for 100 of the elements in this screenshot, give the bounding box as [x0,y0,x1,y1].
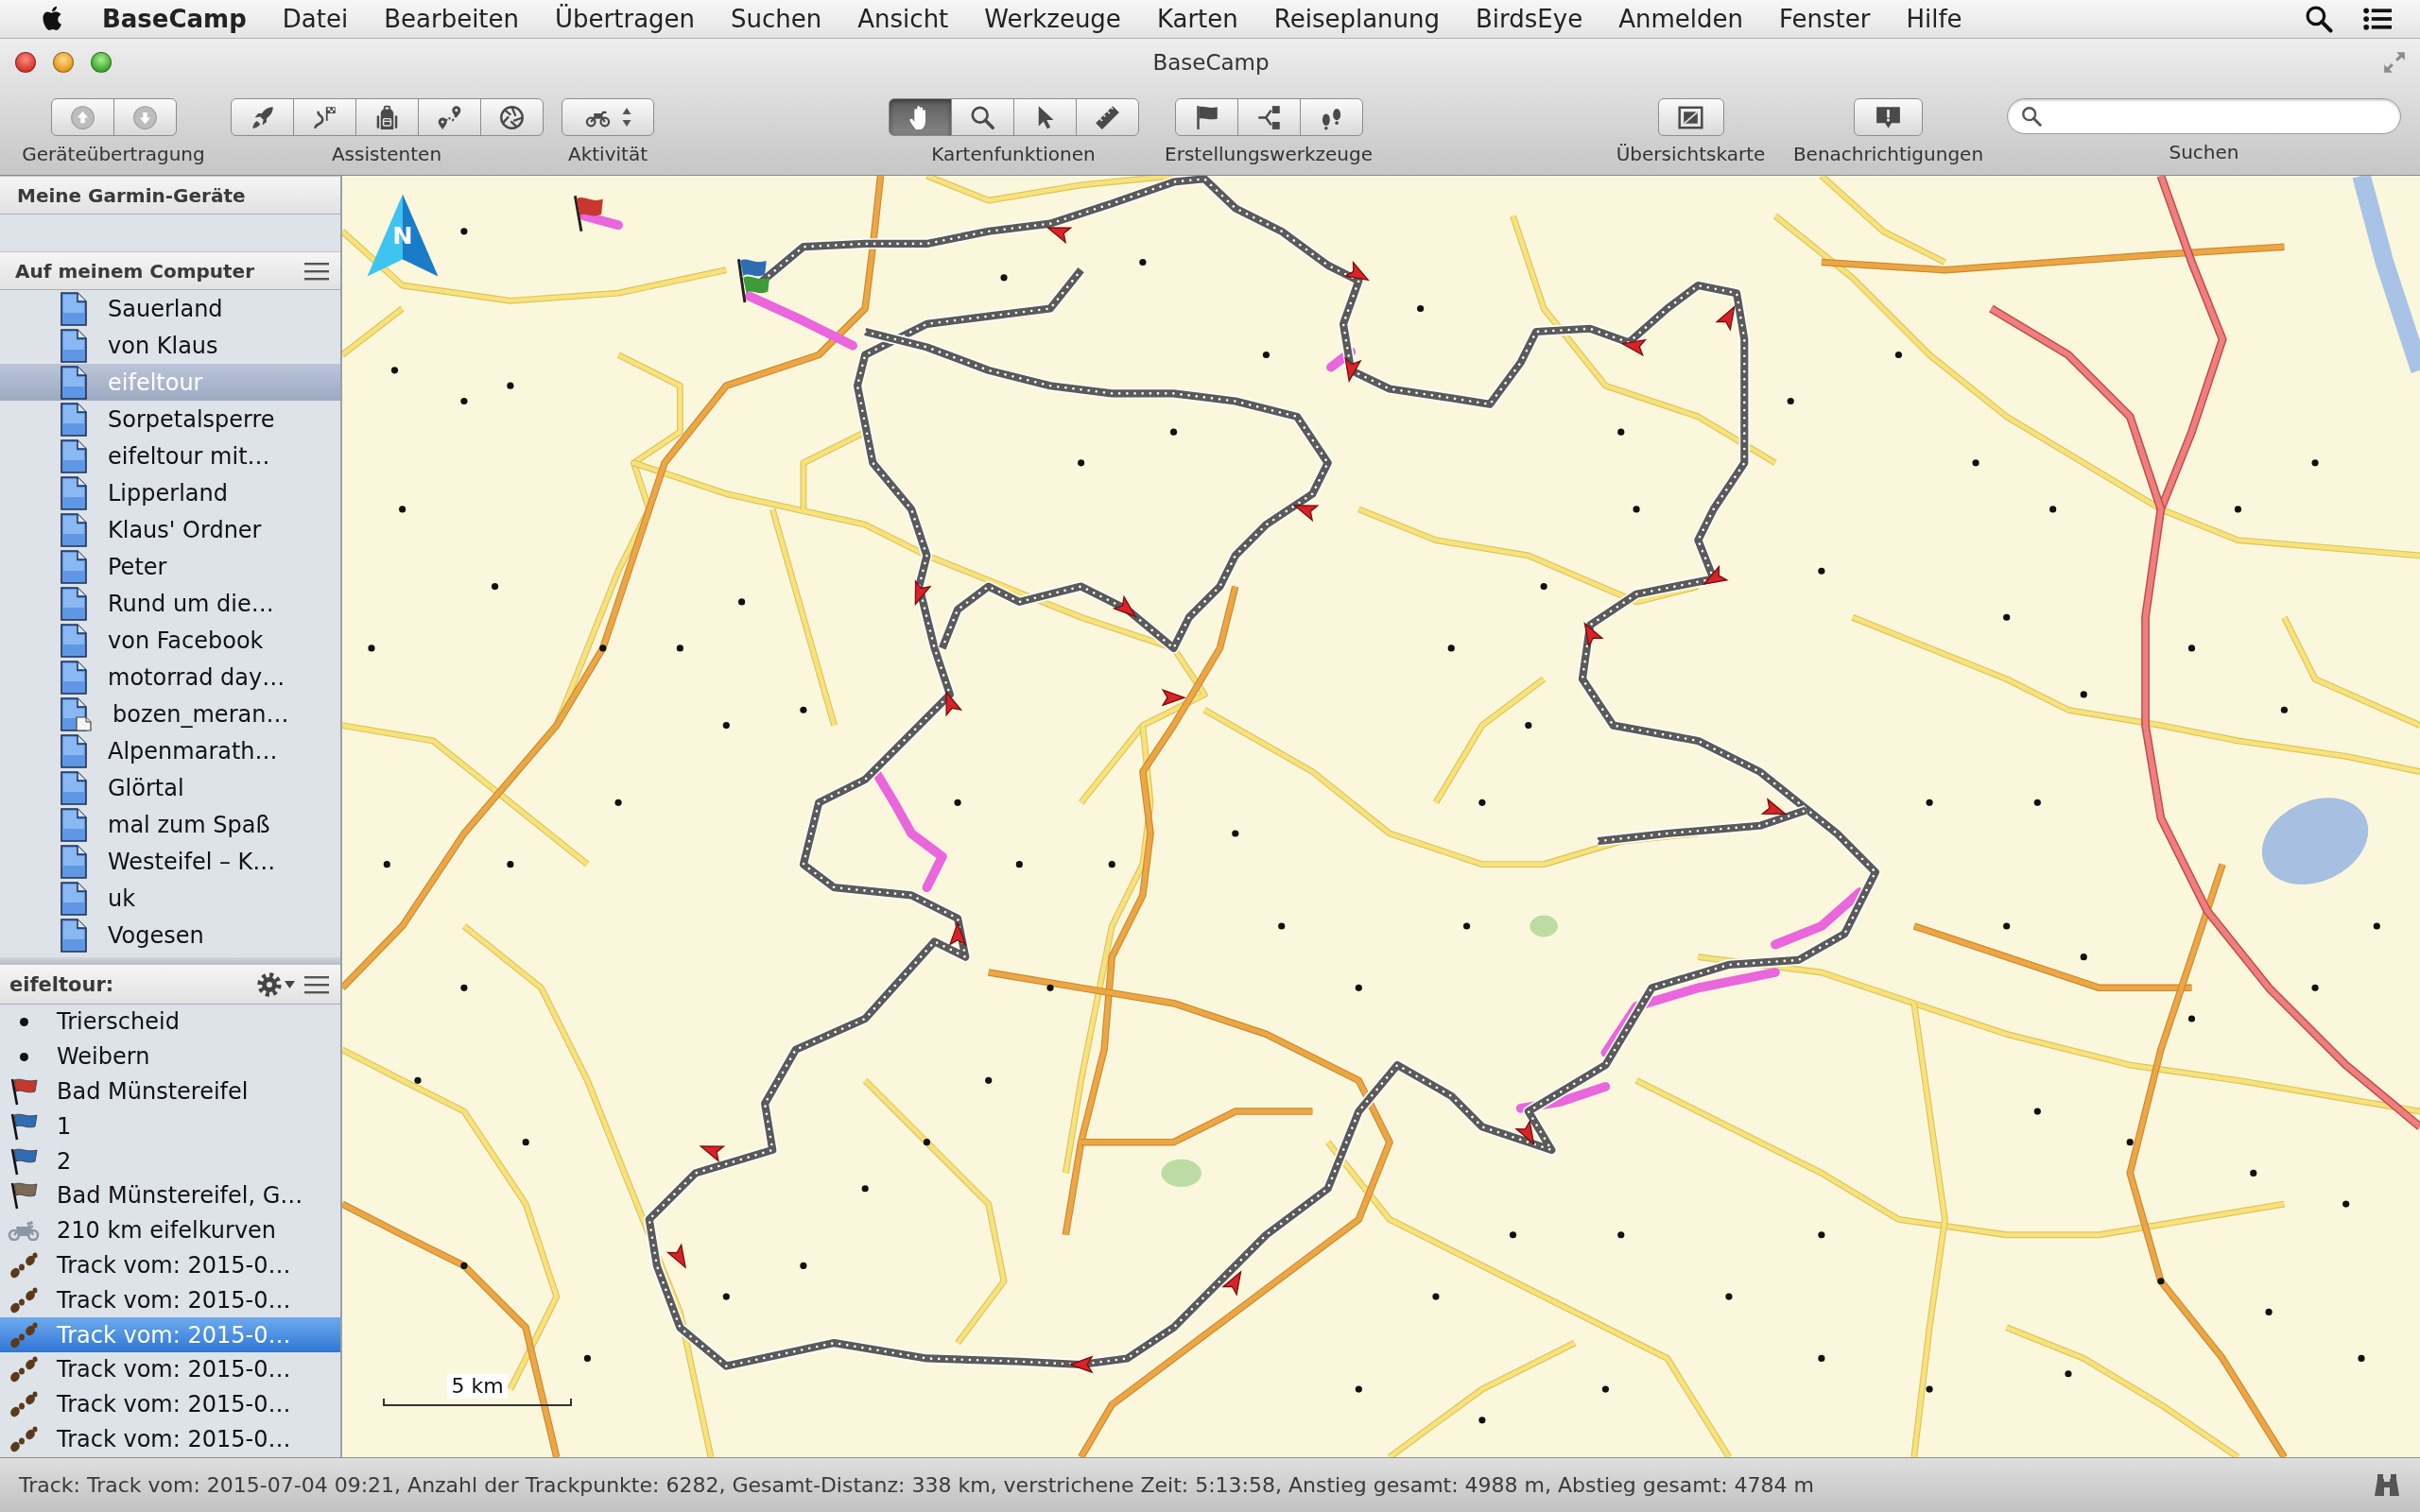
document-icon [60,291,87,326]
list-item[interactable]: Alpenmarath… [0,732,340,769]
aperture-button[interactable] [479,98,544,136]
section-title: Meine Garmin-Geräte [17,183,246,207]
footprints-icon [9,1356,38,1383]
footprints-icon [9,1286,38,1314]
menu-item[interactable]: Ansicht [857,5,949,33]
measure-button[interactable] [1075,98,1139,136]
document-icon [60,807,87,842]
gear-icon [257,971,282,997]
bullet-icon [19,1052,28,1061]
menu-item[interactable]: Datei [282,5,349,33]
branch-icon [1255,104,1282,130]
document-icon [60,844,87,879]
list-item[interactable]: bozen_meran… [0,696,340,732]
toolbar-label: Benachrichtigungen [1792,142,1984,166]
toolbar-label: Aktivität [568,142,648,166]
list-item[interactable]: Glörtal [0,769,340,806]
toolbar-label: Assistenten [331,142,442,166]
document-icon [60,660,87,695]
document-icon [60,365,87,400]
menu-icon[interactable] [304,261,329,281]
magnify-button[interactable] [950,98,1014,136]
footprints-icon [9,1425,38,1452]
list-item[interactable]: 2 [0,1143,340,1178]
zoom-button[interactable] [91,51,112,73]
list-item[interactable]: 210 km eifelkurven [0,1212,340,1248]
splitter-handle[interactable] [0,957,340,964]
menu-icon[interactable] [304,974,329,994]
backpack-button[interactable] [354,98,419,136]
menu-item[interactable]: Karten [1156,5,1238,33]
menu-item[interactable]: Anmelden [1618,5,1743,33]
list-item[interactable]: eifeltour mit… [0,438,340,474]
list-item[interactable]: von Klaus [0,327,340,364]
list-item[interactable]: Track vom: 2015-0… [0,1351,340,1387]
list-item[interactable]: Westeifel – K… [0,843,340,880]
overview-map-button[interactable] [1657,98,1724,136]
map-pins-path-icon [436,104,462,130]
list-item[interactable]: Track vom: 2015-0… [0,1282,340,1318]
binoculars-icon[interactable] [2373,1472,2401,1498]
toolbar-label: Suchen [2169,140,2239,164]
settings-menu-button[interactable] [257,971,295,997]
scale-label: 5 km [447,1374,508,1399]
list-item[interactable]: uk [0,880,340,917]
list-item[interactable]: Klaus' Ordner [0,511,340,548]
close-button[interactable] [15,51,36,73]
upload-button[interactable] [50,98,114,136]
list-icon[interactable] [2363,5,2392,33]
search-field[interactable] [2007,98,2401,134]
list-item[interactable]: Peter [0,548,340,585]
list-item[interactable]: Sorpetalsperre [0,401,340,438]
menu-item[interactable]: Werkzeuge [984,5,1121,33]
list-item[interactable]: motorrad day… [0,659,340,696]
list-item[interactable]: Rund um die… [0,585,340,622]
list-item[interactable]: Bad Münstereifel [0,1074,340,1109]
menu-item[interactable]: BirdsEye [1476,5,1583,33]
menu-item[interactable]: Übertragen [555,5,696,33]
pan-button[interactable] [888,98,952,136]
menu-item[interactable]: Reiseplanung [1273,5,1441,33]
menu-item[interactable]: Suchen [731,5,822,33]
document-icon [60,438,87,473]
list-item[interactable]: Trierscheid [0,1005,340,1040]
list-item[interactable]: Weibern [0,1039,340,1074]
document-page-icon [60,696,92,731]
notifications-button[interactable] [1854,98,1923,136]
search-icon[interactable] [2305,5,2333,33]
minimize-button[interactable] [53,51,74,73]
document-icon [60,402,87,437]
list-item[interactable]: 1 [0,1108,340,1144]
route-button[interactable] [292,98,356,136]
section-title: Auf meinem Computer [15,259,255,283]
list-item[interactable]: Track vom: 2015-0… [0,1386,340,1422]
rocket-button[interactable] [230,98,294,136]
list-item[interactable]: Track vom: 2015-0… [0,1247,340,1283]
list-item[interactable]: mal zum Spaß [0,806,340,843]
activity-button[interactable] [562,98,654,136]
menu-item[interactable]: Hilfe [1906,5,1962,33]
status-text: Track: Track vom: 2015-07-04 09:21, Anzahl der Trackpunkte: 6282, Gesamt-Distanz: 338 km, verstrichene Zeit: 5:13:58, Anstieg gesamt: 4988 m, Abstieg gesamt: 4784 m [19,1473,1815,1497]
list-item[interactable]: Track vom: 2015-0… [0,1421,340,1457]
toolbar-label: Geräteübertragung [22,142,205,166]
waypoint-tool-button[interactable] [1174,98,1238,136]
motorcycle-icon [8,1220,40,1242]
app-menu[interactable]: BaseCamp [102,5,247,33]
window-title: BaseCamp [1152,49,1270,75]
document-icon [60,512,87,547]
download-button[interactable] [112,98,177,136]
toolbar-label: Übersichtskarte [1616,142,1766,166]
route-tool-button[interactable] [1236,98,1301,136]
list-item[interactable]: Bad Münstereifel, G… [0,1178,340,1213]
list-item[interactable]: Sauerland [0,290,340,327]
list-item[interactable]: von Facebook [0,622,340,659]
menu-item[interactable]: Fenster [1779,5,1871,33]
fullscreen-icon[interactable] [2382,49,2407,75]
waypoints-button[interactable] [417,98,481,136]
footprints-icon [9,1391,38,1418]
list-item[interactable]: Lipperland [0,474,340,511]
menu-item[interactable]: Bearbeiten [384,5,520,33]
document-icon [60,623,87,658]
select-button[interactable] [1012,98,1077,136]
list-item[interactable]: Vogesen [0,917,340,954]
